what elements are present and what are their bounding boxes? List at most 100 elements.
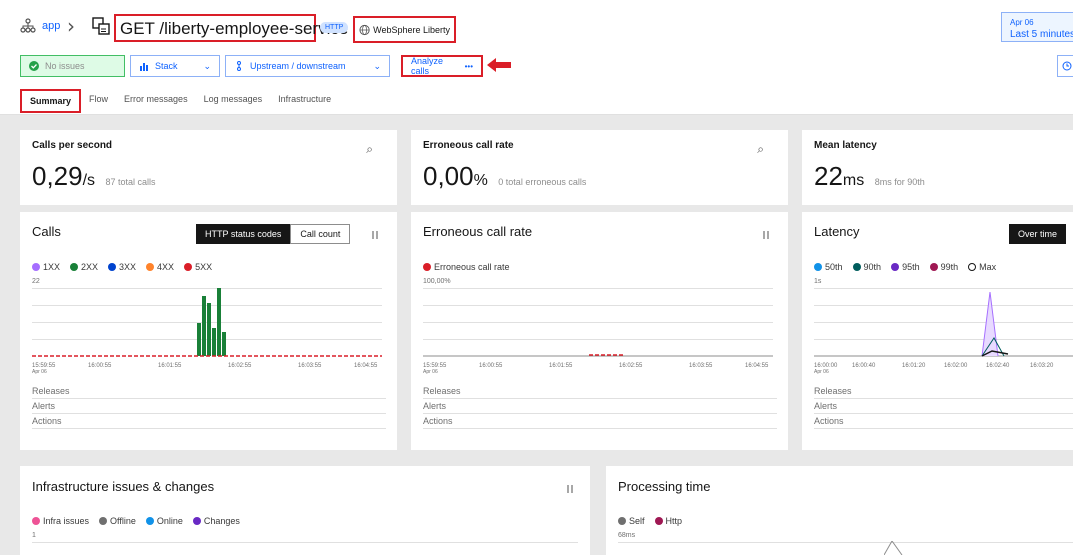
upstream-label: Upstream / downstream (250, 61, 346, 71)
error-plot (423, 288, 773, 358)
row-releases: Releases (32, 384, 386, 399)
processing-card: Processing time Self Http 68ms (606, 466, 1073, 555)
zoom-icon[interactable]: ⌕ (366, 142, 373, 157)
kpi-card-latency: Mean latency 22ms 8ms for 90th (802, 130, 1073, 205)
kpi-calls-unit: /s (82, 172, 96, 189)
tab-summary[interactable]: Summary (20, 89, 82, 113)
clock-icon (1062, 61, 1072, 71)
dots-icon: ••• (464, 61, 473, 71)
calls-chart-card: Calls HTTP status codes Call count 1XX 2… (20, 212, 397, 450)
latency-chart-card: Latency Over time 50th 90th 95th 99th Ma… (802, 212, 1073, 450)
calls-ymax: 22 (32, 278, 40, 285)
toggle-http-status[interactable]: HTTP status codes (196, 224, 291, 244)
legend-item: Offline (99, 516, 136, 526)
time-range-label: Last 5 minutes (1010, 29, 1073, 41)
red-arrow-annotation (487, 58, 511, 72)
chevron-down-icon: ⌄ (203, 60, 211, 71)
no-issues-button[interactable]: No issues (20, 55, 125, 77)
row-alerts: Alerts (32, 399, 386, 414)
toggle-over-time[interactable]: Over time (1009, 224, 1067, 244)
bar (217, 288, 221, 356)
time-range-date: Apr 06 (1010, 18, 1034, 27)
service-endpoint-icon (92, 17, 110, 35)
row-actions: Actions (814, 414, 1073, 429)
chart-menu-icon[interactable] (372, 231, 378, 239)
technology-tag[interactable]: WebSphere Liberty (353, 16, 456, 43)
legend-item: 3XX (108, 262, 136, 272)
globe-icon (359, 24, 370, 35)
infra-card: Infrastructure issues & changes Infra is… (20, 466, 590, 555)
legend-item: 4XX (146, 262, 174, 272)
kpi-card-calls: Calls per second ⌕ 0,29/s 87 total calls (20, 130, 397, 205)
kpi-latency-unit: ms (842, 172, 865, 189)
stack-label: Stack (155, 61, 178, 71)
upstream-downstream-dropdown[interactable]: Upstream / downstream ⌄ (225, 55, 390, 77)
latency-toggle: Over time (1009, 224, 1067, 244)
error-xaxis: 15:59:55 Apr 06 16:00:55 16:01:55 16:02:… (423, 363, 769, 375)
check-circle-icon (29, 61, 39, 71)
chevron-right-icon: › (67, 14, 75, 38)
toggle-call-count[interactable]: Call count (290, 224, 351, 244)
kpi-calls-value: 0,29 (32, 161, 83, 191)
max-line (981, 291, 999, 357)
processing-ymax: 68ms (618, 532, 636, 539)
analyze-calls-button[interactable]: Analyze calls ••• (401, 55, 483, 77)
latency-lines (814, 291, 1073, 357)
bar (222, 332, 226, 356)
legend-item: Erroneous call rate (423, 262, 510, 272)
infra-ymax: 1 (32, 532, 36, 539)
kpi-error-sub: 0 total erroneous calls (498, 177, 587, 187)
legend-item: Changes (192, 516, 240, 526)
legend-item: 5XX (184, 262, 212, 272)
legend-item: Self (618, 516, 645, 526)
stack-dropdown[interactable]: Stack ⌄ (130, 55, 220, 77)
legend-item: 2XX (70, 262, 98, 272)
kpi-calls-sub: 87 total calls (105, 177, 156, 187)
calls-chart-title: Calls (32, 224, 61, 239)
zoom-icon[interactable]: ⌕ (757, 142, 764, 157)
error-chart-card: Erroneous call rate Erroneous call rate … (411, 212, 788, 450)
error-line (423, 354, 773, 357)
tab-error-messages[interactable]: Error messages (116, 89, 196, 113)
calls-plot (32, 288, 382, 358)
tab-bar: Summary Flow Error messages Log messages… (20, 89, 339, 113)
legend-item: Infra issues (32, 516, 89, 526)
page-title: GET /liberty-employee-service (114, 14, 348, 42)
clock-button[interactable] (1057, 55, 1073, 77)
legend-item: Http (654, 516, 682, 526)
tab-infrastructure[interactable]: Infrastructure (270, 89, 339, 113)
legend-item: 50th (814, 262, 843, 272)
error-legend: Erroneous call rate (423, 262, 510, 272)
kpi-error-value: 0,00 (423, 161, 474, 191)
row-alerts: Alerts (423, 399, 777, 414)
legend-item: Max (968, 262, 996, 272)
tab-log-messages[interactable]: Log messages (196, 89, 271, 113)
error-chart-title: Erroneous call rate (423, 224, 533, 239)
breadcrumb-app-label[interactable]: app (42, 20, 60, 32)
chevron-down-icon: ⌄ (373, 60, 381, 71)
kpi-latency-value: 22 (814, 161, 843, 191)
latency-legend: 50th 90th 95th 99th Max (814, 262, 996, 272)
chart-menu-icon[interactable] (763, 231, 769, 239)
bar (212, 328, 216, 356)
error-rows: Releases Alerts Actions (423, 384, 777, 429)
calls-toggle: HTTP status codes Call count (196, 224, 351, 244)
kpi-latency-sub: 8ms for 90th (874, 177, 925, 187)
kpi-calls-title: Calls per second (32, 140, 113, 151)
time-range-picker[interactable]: Apr 06 Last 5 minutes (1001, 12, 1073, 42)
bar (207, 303, 211, 356)
chart-menu-icon[interactable] (567, 485, 573, 493)
row-releases: Releases (814, 384, 1073, 399)
kpi-latency-title: Mean latency (814, 140, 877, 151)
bar (202, 296, 206, 356)
legend-item: 90th (852, 262, 881, 272)
http-badge: HTTP (320, 22, 349, 33)
row-actions: Actions (423, 414, 777, 429)
breadcrumb-app[interactable]: app (20, 18, 60, 34)
app-icon (20, 18, 36, 33)
kpi-error-unit: % (473, 172, 488, 189)
tab-flow[interactable]: Flow (81, 89, 116, 113)
legend-item: Online (145, 516, 183, 526)
calls-rows: Releases Alerts Actions (32, 384, 386, 429)
stack-chart-icon (140, 63, 148, 71)
